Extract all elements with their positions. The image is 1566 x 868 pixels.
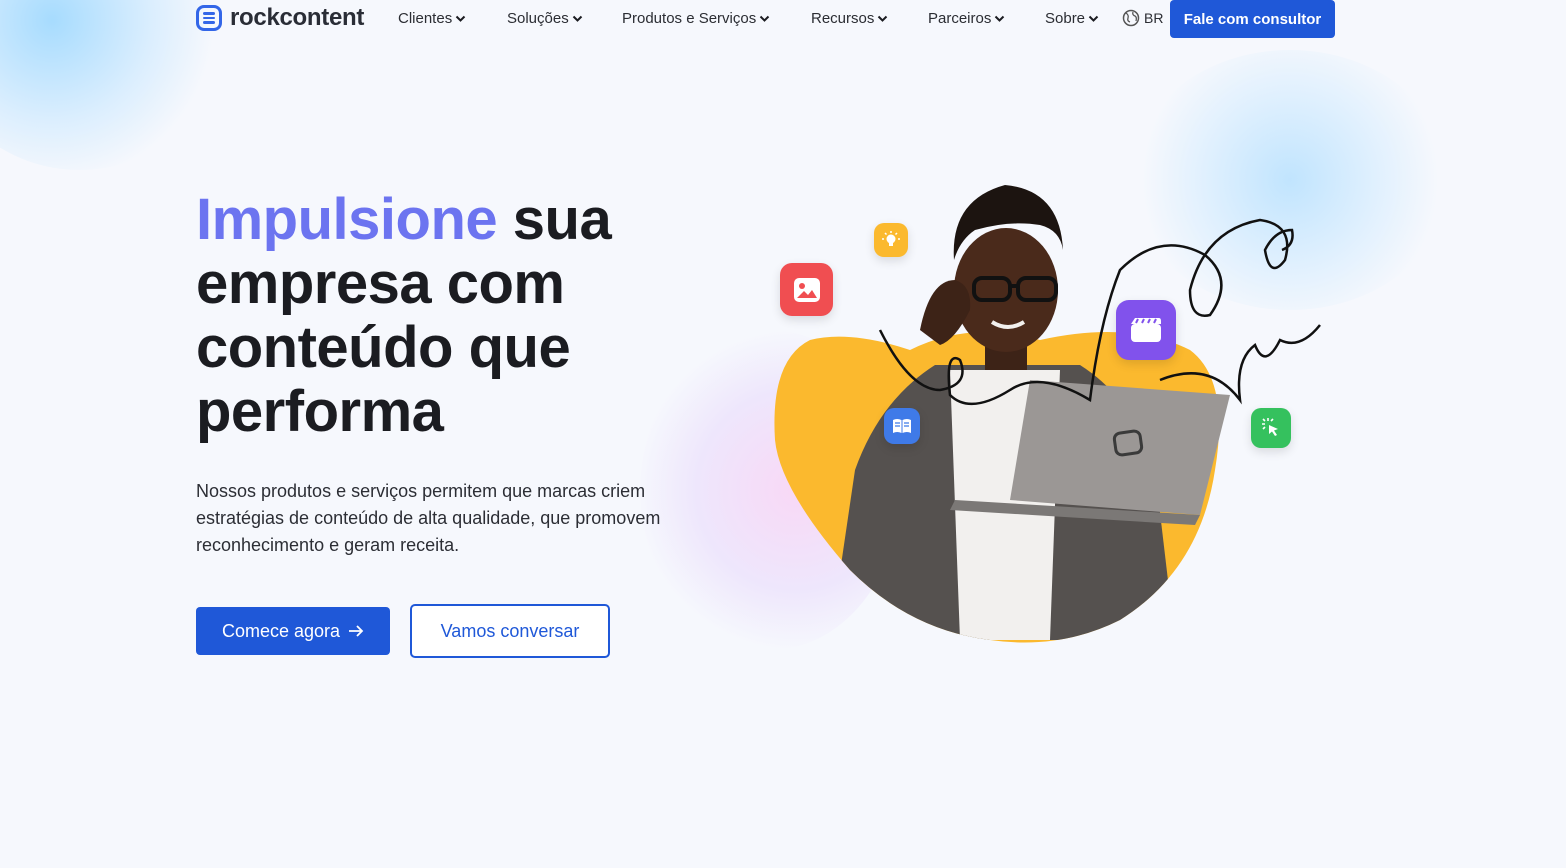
hero-illustration bbox=[760, 170, 1330, 650]
person-with-laptop-illustration bbox=[774, 185, 1321, 643]
headline-bold: conteúdo que performa bbox=[196, 315, 571, 444]
nav-item-solucoes[interactable]: Soluções bbox=[507, 10, 583, 27]
nav-item-clientes[interactable]: Clientes bbox=[398, 10, 466, 27]
nav-item-parceiros[interactable]: Parceiros bbox=[928, 10, 1005, 27]
chevron-down-icon bbox=[760, 15, 770, 22]
chevron-down-icon bbox=[572, 15, 582, 22]
nav-item-label: Recursos bbox=[811, 10, 875, 27]
start-now-button[interactable]: Comece agora bbox=[196, 607, 390, 655]
lets-talk-button[interactable]: Vamos conversar bbox=[410, 604, 610, 658]
logo[interactable]: rockcontent bbox=[196, 4, 364, 32]
cursor-click-icon bbox=[1251, 408, 1291, 448]
chevron-down-icon bbox=[995, 15, 1005, 22]
hero-subtitle: Nossos produtos e serviços permitem que … bbox=[196, 481, 661, 555]
chevron-down-icon bbox=[878, 15, 888, 22]
person-head bbox=[954, 228, 1058, 352]
language-label: BR bbox=[1144, 10, 1164, 26]
book-icon bbox=[884, 408, 920, 444]
nav-item-label: Clientes bbox=[398, 10, 453, 27]
nav-item-label: Sobre bbox=[1045, 10, 1086, 27]
arrow-right-icon bbox=[349, 625, 364, 637]
chevron-down-icon bbox=[455, 15, 466, 22]
rockcontent-logo-icon bbox=[196, 5, 222, 31]
logo-text: rockcontent bbox=[230, 4, 365, 31]
chevron-down-icon bbox=[1088, 15, 1099, 22]
image-icon bbox=[780, 263, 833, 316]
nav-item-sobre[interactable]: Sobre bbox=[1045, 10, 1099, 27]
hero-headline: Impulsione sua empresa com conteúdo que … bbox=[196, 188, 716, 444]
globe-icon bbox=[1122, 9, 1140, 27]
language-selector[interactable]: BR bbox=[1122, 9, 1163, 27]
nav-item-label: Soluções bbox=[507, 10, 569, 27]
headline-accent: Impulsione bbox=[196, 187, 498, 252]
nav-item-label: Produtos e Serviços bbox=[622, 10, 757, 27]
video-icon bbox=[1116, 300, 1176, 360]
lightbulb-icon bbox=[874, 223, 908, 257]
talk-to-consultant-button[interactable]: Fale com consultor bbox=[1170, 0, 1335, 38]
nav-item-recursos[interactable]: Recursos bbox=[811, 10, 888, 27]
top-navigation: rockcontent Clientes Soluções Produtos e… bbox=[0, 0, 1566, 40]
start-now-label: Comece agora bbox=[221, 620, 341, 641]
nav-item-produtos-e-servicos[interactable]: Produtos e Serviços bbox=[622, 10, 770, 27]
nav-item-label: Parceiros bbox=[928, 10, 992, 27]
